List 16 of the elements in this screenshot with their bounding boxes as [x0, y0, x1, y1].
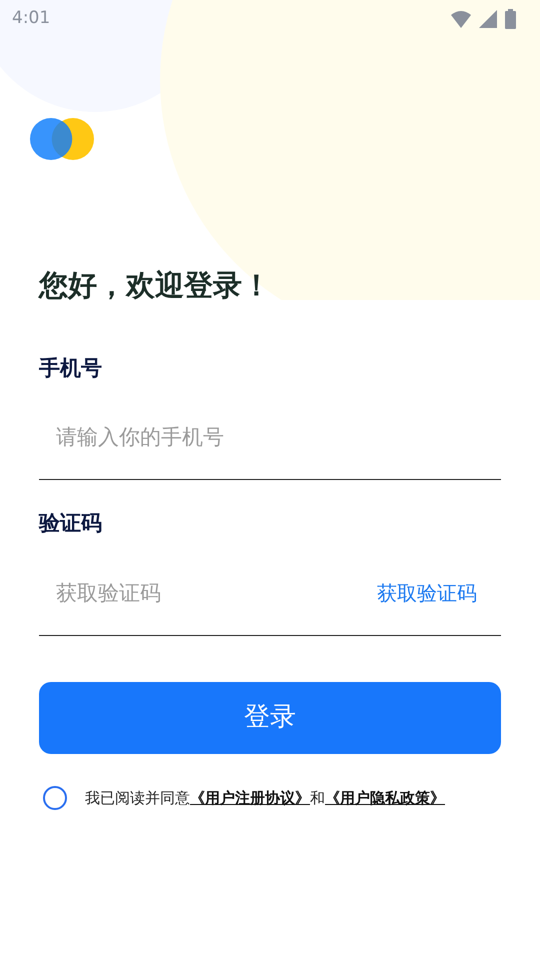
agree-checkbox[interactable] — [43, 786, 67, 810]
agreement-link[interactable]: 《用户隐私政策》 — [325, 788, 445, 807]
code-field[interactable]: 获取验证码 — [54, 576, 377, 610]
agreement-link[interactable]: 《用户注册协议》 — [190, 788, 310, 807]
welcome-heading: 您好，欢迎登录！ — [39, 268, 272, 303]
phone-field[interactable]: 请输入你的手机号 — [54, 421, 486, 455]
agreement-text: 我已阅读并同意《用户注册协议》和《用户隐私政策》 — [85, 788, 445, 809]
field-label: 验证码 — [39, 510, 103, 538]
signal-icon — [479, 10, 497, 28]
status-time: 4:01 — [12, 7, 50, 30]
wifi-icon — [451, 10, 471, 28]
battery-icon — [505, 9, 516, 29]
login-button[interactable]: 登录 — [39, 682, 501, 754]
get-code-link[interactable]: 获取验证码 — [377, 578, 477, 608]
logo-icon — [30, 118, 94, 160]
field-label: 手机号 — [39, 354, 103, 382]
